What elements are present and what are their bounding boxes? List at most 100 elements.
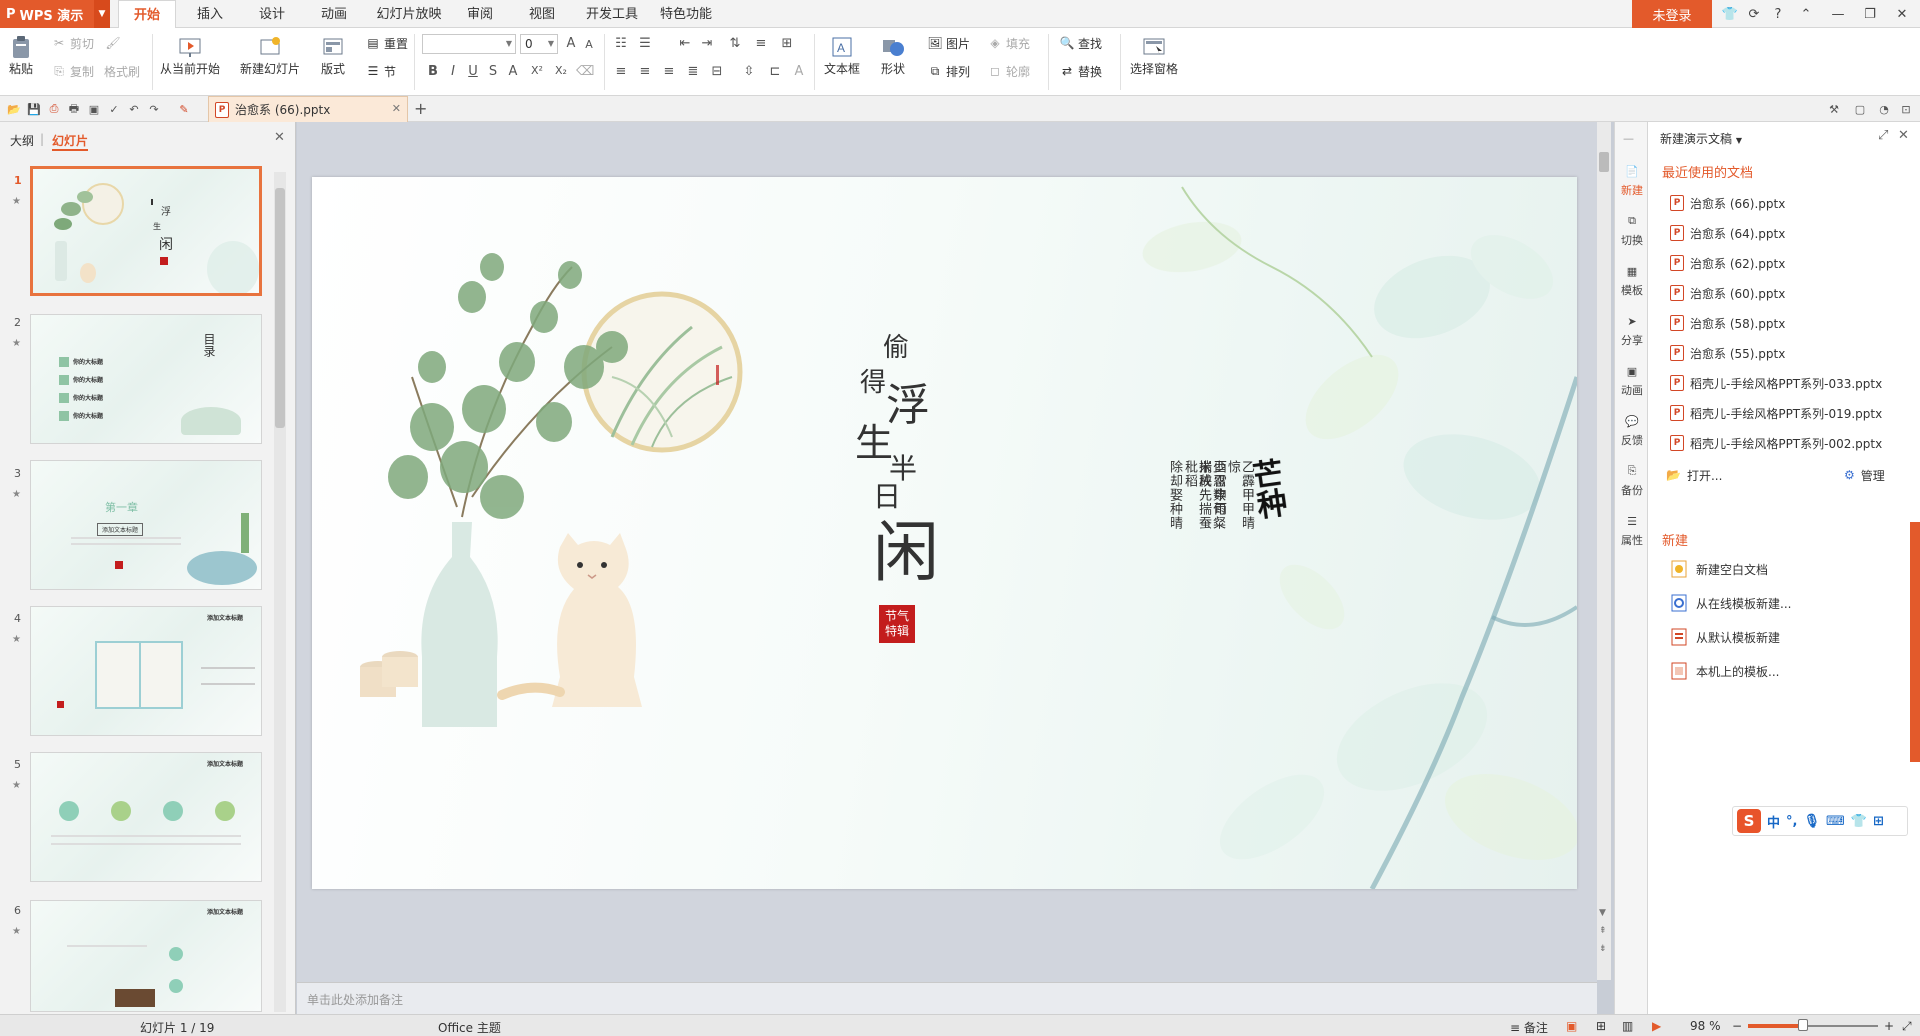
strikethrough-button[interactable]: S [484,64,502,79]
numbering-icon[interactable]: ☰ [636,36,654,51]
text-effect-icon[interactable]: A [790,64,808,79]
notes-toggle[interactable]: ≡ 备注 [1510,1019,1548,1036]
recent-file[interactable]: P 稻壳儿-手绘风格PPT系列-033.pptx [1670,374,1882,392]
textbox-button[interactable]: A 文本框 [824,34,860,77]
tab-design[interactable]: 设计 [248,0,296,28]
fill-button[interactable]: ◈ 填充 [986,32,1030,54]
shadow-button[interactable]: A [504,64,522,79]
new-slide-button[interactable]: 新建幻灯片 [240,34,300,77]
document-tab[interactable]: P 治愈系 (66).pptx ✕ [208,96,408,122]
recent-file[interactable]: P 治愈系 (60).pptx [1670,284,1785,302]
distribute-icon[interactable]: ⊟ [708,64,726,79]
save-icon[interactable]: 💾 [26,101,42,117]
print-preview-icon[interactable]: ▣ [86,101,102,117]
superscript-button[interactable]: X² [528,64,546,77]
manage-link[interactable]: ⚙ 管理 [1844,466,1885,484]
current-slide-canvas[interactable]: 偷 得 浮 生 半 日 闲 节气特辑 除却娶种晴 揣秧先揣蚕秕稻 少忍数旬粲米成… [312,177,1577,889]
text-align-icon[interactable]: ⊏ [766,64,784,79]
arrange-button[interactable]: ⧉ 排列 [926,60,970,82]
tab-developer[interactable]: 开发工具 [580,0,644,28]
redo-icon[interactable]: ↷ [146,101,162,117]
underline-button[interactable]: U [464,64,482,79]
spellcheck-icon[interactable]: ✓ [106,101,122,117]
recent-file[interactable]: P 稻壳儿-手绘风格PPT系列-019.pptx [1670,404,1882,422]
rail-properties[interactable]: ☰ 属性 [1615,512,1649,548]
close-icon[interactable]: ✕ [1888,0,1916,28]
italic-button[interactable]: I [444,64,462,79]
increase-indent-icon[interactable]: ⇥ [698,36,716,51]
tab-outline[interactable]: 大纲 [10,132,34,149]
clear-format-icon[interactable]: ⌫ [576,64,594,79]
justify-icon[interactable]: ≣ [684,64,702,79]
login-button[interactable]: 未登录 [1632,0,1712,28]
minus-icon[interactable]: — [1623,132,1634,145]
paste-button[interactable]: 粘贴 [8,34,34,77]
pane-header[interactable]: 新建演示文稿 ▼ [1660,130,1742,147]
tab-features[interactable]: 特色功能 [654,0,718,28]
slideshow-icon[interactable]: ▶ [1652,1019,1661,1033]
layout-button[interactable]: 版式 [320,34,346,77]
recent-file[interactable]: P 治愈系 (64).pptx [1670,224,1785,242]
find-button[interactable]: 🔍 查找 [1058,32,1103,54]
decrease-indent-icon[interactable]: ⇤ [676,36,694,51]
replace-button[interactable]: ⇄ 替换 [1058,60,1102,82]
rail-switch[interactable]: ⧉ 切换 [1615,212,1649,248]
microphone-icon[interactable]: 🎙 [1803,814,1820,829]
help-button[interactable]: ? [1764,0,1792,28]
tab-slideshow[interactable]: 幻灯片放映 [372,0,446,28]
reset-button[interactable]: ▤ 重置 [364,32,408,54]
skin-icon[interactable]: 👕 [1851,814,1867,829]
recent-file[interactable]: P 治愈系 (62).pptx [1670,254,1785,272]
normal-view-icon[interactable]: ▣ [1566,1019,1577,1033]
more-icon[interactable]: ⊡ [1898,101,1914,117]
shape-button[interactable]: 形状 [880,34,906,77]
outline-button[interactable]: ◻ 轮廓 [986,60,1030,82]
minimize-icon[interactable]: — [1824,0,1852,28]
font-name-combo[interactable]: ▼ [422,34,516,54]
open-folder-icon[interactable]: 📂 [6,101,22,117]
slide-thumbnail-2[interactable]: 你的大标题 你的大标题 你的大标题 你的大标题 目录 [30,314,262,444]
app-menu-button[interactable]: P WPS 演示 ▼ [0,0,110,28]
next-slide-icon[interactable]: ⇟ [1599,944,1607,954]
copy-button[interactable]: ⎘ 复制 [50,60,94,82]
section-button[interactable]: ☰ 节 [364,60,396,82]
recent-file[interactable]: P 治愈系 (58).pptx [1670,314,1785,332]
format-painter-label-btn[interactable]: 格式刷 [104,60,140,82]
collapse-ribbon-icon[interactable]: ⌃ [1792,0,1820,28]
window-icon[interactable]: ▢ [1852,101,1868,117]
pane-close-icon[interactable]: ✕ [1898,128,1909,143]
format-painter-button[interactable]: 🖌 [104,32,124,54]
close-tab-icon[interactable]: ✕ [392,102,401,115]
picture-button[interactable]: 🖼 图片 [926,32,970,54]
bullets-icon[interactable]: ☷ [612,36,630,51]
zoom-out-icon[interactable]: − [1732,1019,1742,1033]
zoom-in-icon[interactable]: + [1884,1019,1894,1033]
from-current-button[interactable]: 从当前开始 [160,34,220,77]
ime-punctuation[interactable]: °, [1786,814,1797,829]
align-right-icon[interactable]: ≡ [660,64,678,79]
ime-toolbar[interactable]: S 中 °, 🎙 ⌨ 👕 ⊞ [1732,806,1908,836]
rail-animation[interactable]: ▣ 动画 [1615,362,1649,398]
bold-button[interactable]: B [424,64,442,79]
slide-sorter-icon[interactable]: ⊞ [1596,1019,1606,1033]
ime-language[interactable]: 中 [1767,812,1780,831]
rail-new[interactable]: 📄 新建 [1615,162,1649,198]
slide-thumbnail-1[interactable]: 浮 生 闲 [30,166,262,296]
cut-button[interactable]: ✂ 剪切 [50,32,94,54]
local-template-item[interactable]: 本机上的模板... [1670,660,1779,682]
tab-view[interactable]: 视图 [518,0,566,28]
scrollbar-thumb[interactable] [275,188,285,428]
prev-slide-icon[interactable]: ⇞ [1599,926,1607,936]
sync-icon[interactable]: ◔ [1876,101,1892,117]
slide-thumbnail-3[interactable]: 第一章 添加文本标题 [30,460,262,590]
recent-file[interactable]: P 治愈系 (55).pptx [1670,344,1785,362]
zoom-slider-knob[interactable] [1797,1019,1808,1031]
tab-home[interactable]: 开始 [118,0,176,29]
pane-scrollbar[interactable] [1910,522,1920,762]
slide-thumbnail-4[interactable]: 添加文本标题 [30,606,262,736]
tool-icon[interactable]: ⚒ [1826,101,1842,117]
add-tab-icon[interactable]: + [414,99,427,118]
pdf-icon[interactable]: ⎙ [46,101,62,117]
slide-thumbnail-5[interactable]: 添加文本标题 [30,752,262,882]
grow-font-button[interactable]: A [562,36,580,51]
